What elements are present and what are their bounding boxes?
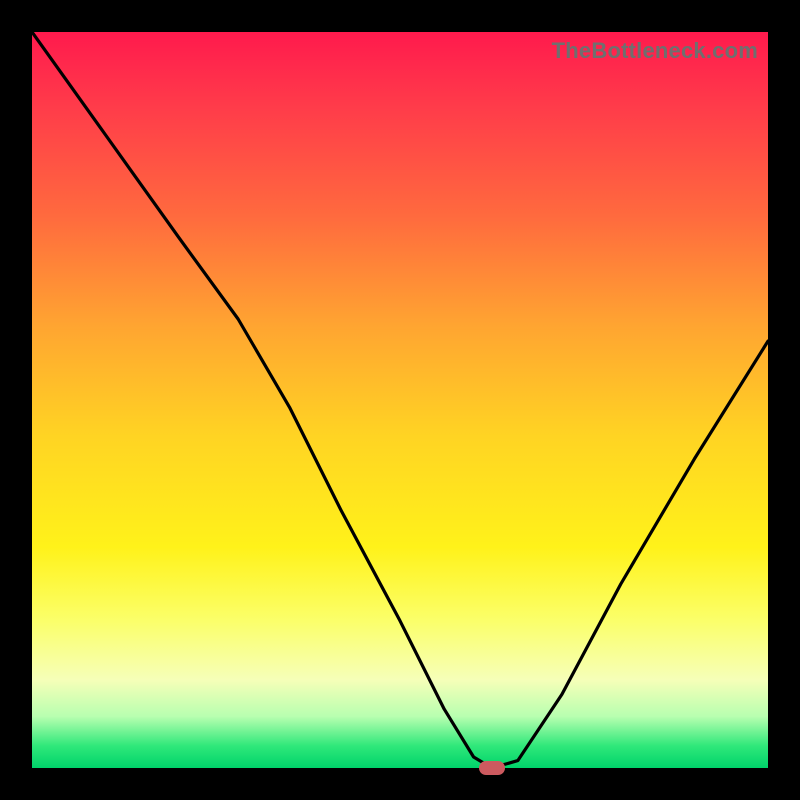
optimum-marker: [479, 761, 505, 775]
bottleneck-curve: [32, 32, 768, 768]
plot-area: TheBottleneck.com: [32, 32, 768, 768]
